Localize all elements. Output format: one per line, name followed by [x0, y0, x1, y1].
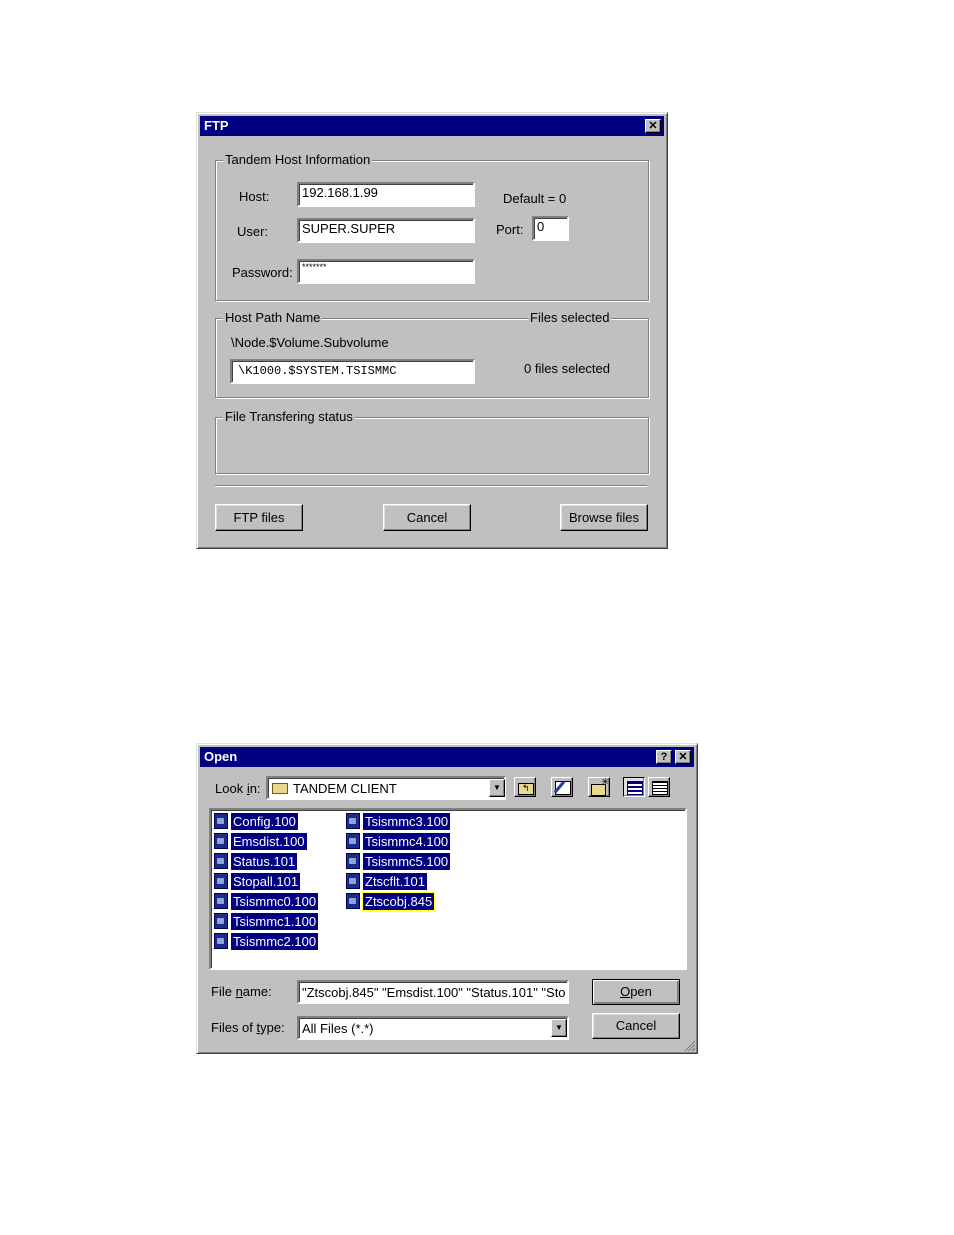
host-path-input[interactable]: \K1000.$SYSTEM.TSISMMC	[230, 359, 475, 384]
open-title: Open	[204, 749, 238, 764]
ftp-dialog: FTP ✕ Tandem Host Information Host: 192.…	[196, 112, 668, 549]
path-format-hint: \Node.$Volume.Subvolume	[231, 335, 389, 350]
details-view-icon[interactable]	[648, 777, 670, 797]
look-in-label: Look in:	[215, 781, 261, 796]
password-input[interactable]: *******	[297, 259, 475, 284]
ftp-titlebar[interactable]: FTP ✕	[200, 116, 664, 136]
help-icon[interactable]: ?	[656, 750, 672, 764]
list-item[interactable]: Tsismmc3.100	[346, 812, 451, 830]
port-input[interactable]: 0	[532, 216, 569, 241]
user-input[interactable]: SUPER.SUPER	[297, 218, 475, 243]
host-info-label: Tandem Host Information	[223, 152, 373, 167]
file-icon	[214, 833, 228, 849]
list-item[interactable]: Tsismmc2.100	[214, 932, 319, 950]
open-titlebar[interactable]: Open ? ✕	[200, 747, 694, 767]
list-item[interactable]: Status.101	[214, 852, 298, 870]
default-port-note: Default = 0	[503, 191, 567, 206]
list-item[interactable]: Tsismmc5.100	[346, 852, 451, 870]
files-selected-label: Files selected	[528, 310, 612, 325]
file-icon	[214, 853, 228, 869]
list-item[interactable]: Stopall.101	[214, 872, 301, 890]
file-icon	[346, 893, 360, 909]
chevron-down-icon[interactable]: ▼	[551, 1019, 567, 1037]
host-path-label: Host Path Name	[223, 310, 323, 325]
files-of-type-label: Files of type:	[211, 1020, 285, 1035]
ftp-title: FTP	[204, 118, 229, 133]
new-folder-icon[interactable]: ✳	[588, 777, 610, 797]
file-icon	[214, 813, 228, 829]
host-input[interactable]: 192.168.1.99	[297, 182, 475, 207]
list-item[interactable]: Ztscobj.845	[346, 891, 436, 911]
password-label: Password:	[232, 265, 293, 280]
file-icon	[346, 873, 360, 889]
file-icon	[214, 873, 228, 889]
ftp-files-button[interactable]: FTP files	[215, 504, 303, 531]
desktop-icon[interactable]	[551, 777, 573, 797]
file-list[interactable]: Config.100 Emsdist.100 Status.101 Stopal…	[209, 808, 687, 970]
transfer-status-label: File Transfering status	[223, 409, 355, 424]
file-icon	[214, 933, 228, 949]
user-label: User:	[237, 224, 269, 239]
files-of-type-select[interactable]: All Files (*.*)	[297, 1016, 569, 1040]
browse-files-button[interactable]: Browse files	[560, 504, 648, 531]
file-icon	[214, 913, 228, 929]
open-button[interactable]: Open	[592, 979, 680, 1005]
port-label: Port:	[496, 222, 524, 237]
open-dialog: Open ? ✕ Look in: TANDEM CLIENT ▼ ↰ ✳ Co…	[196, 743, 698, 1054]
file-icon	[346, 813, 360, 829]
up-folder-icon[interactable]: ↰	[514, 777, 536, 797]
file-name-input[interactable]: "Ztscobj.845" "Emsdist.100" "Status.101"…	[297, 980, 569, 1004]
list-item[interactable]: Tsismmc4.100	[346, 832, 451, 850]
cancel-button[interactable]: Cancel	[592, 1013, 680, 1039]
list-view-icon[interactable]	[623, 777, 645, 797]
file-name-label: File name:	[211, 984, 272, 999]
list-item[interactable]: Config.100	[214, 812, 298, 830]
resize-grip-icon[interactable]	[683, 1039, 695, 1051]
file-icon	[214, 893, 228, 909]
look-in-value: TANDEM CLIENT	[293, 780, 397, 796]
close-icon[interactable]: ✕	[675, 750, 691, 764]
list-item[interactable]: Tsismmc0.100	[214, 892, 319, 910]
list-item[interactable]: Emsdist.100	[214, 832, 307, 850]
host-label: Host:	[239, 189, 270, 204]
chevron-down-icon[interactable]: ▼	[489, 779, 505, 797]
file-icon	[346, 833, 360, 849]
divider	[215, 485, 647, 487]
folder-icon	[272, 782, 288, 794]
list-item[interactable]: Tsismmc1.100	[214, 912, 319, 930]
host-path-group: Host Path Name Files selected	[215, 310, 649, 398]
files-selected-count: 0 files selected	[524, 361, 610, 376]
cancel-button[interactable]: Cancel	[383, 504, 471, 531]
transfer-status-group: File Transfering status	[215, 409, 649, 474]
list-item[interactable]: Ztscflt.101	[346, 872, 427, 890]
look-in-select[interactable]: TANDEM CLIENT	[266, 776, 506, 800]
file-icon	[346, 853, 360, 869]
close-icon[interactable]: ✕	[645, 119, 661, 133]
